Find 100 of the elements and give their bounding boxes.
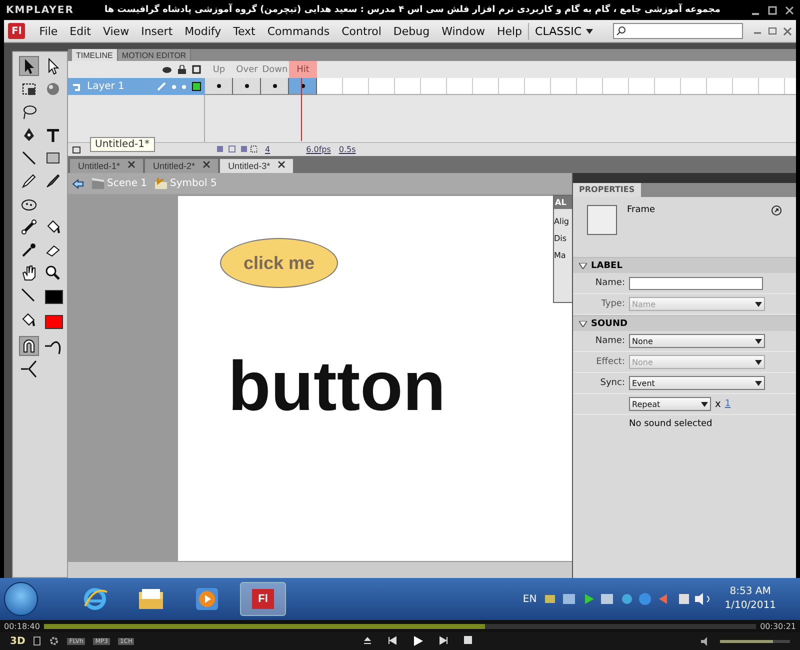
menu-item[interactable]: Window <box>436 22 491 40</box>
menu-item[interactable]: Help <box>490 22 528 40</box>
layer-color-icon <box>192 82 201 91</box>
keyframe[interactable] <box>233 78 261 95</box>
frame-rate[interactable]: 6.0fps <box>306 145 331 154</box>
start-button[interactable] <box>4 582 38 616</box>
section-title: LABEL <box>591 260 622 270</box>
menu-item[interactable]: View <box>96 22 136 40</box>
close-icon[interactable] <box>785 6 794 14</box>
browser-icon <box>82 586 108 612</box>
search-icon <box>616 26 626 36</box>
horizontal-scrollbar[interactable] <box>68 561 572 578</box>
close-icon[interactable] <box>783 26 792 36</box>
maximize-icon[interactable] <box>768 6 777 14</box>
elapsed-time: 00:18:40 <box>4 622 40 630</box>
color-swatch[interactable] <box>45 315 63 329</box>
hand-icon <box>20 264 38 282</box>
total-time: 00:30:21 <box>760 622 796 630</box>
frame-label[interactable]: Up <box>205 61 233 78</box>
frame-label[interactable]: Down <box>261 61 289 78</box>
lock-icon[interactable] <box>178 65 186 74</box>
eject-icon[interactable] <box>363 636 372 645</box>
menu-item[interactable]: Control <box>336 22 388 40</box>
back-arrow-icon[interactable] <box>72 178 84 188</box>
frame-label[interactable]: Hit <box>289 61 317 78</box>
eyedropper-icon <box>20 241 38 259</box>
workspace-dropdown[interactable]: CLASSIC <box>528 22 599 40</box>
ellipse-button-shape: click me <box>220 238 338 288</box>
media-player-icon <box>194 586 220 612</box>
disclosure-triangle-icon[interactable] <box>579 320 587 326</box>
help-icon[interactable] <box>771 205 782 216</box>
volume-slider[interactable] <box>720 640 790 642</box>
document-tab[interactable]: Untitled-1* <box>70 159 144 173</box>
seek-bar[interactable] <box>44 624 756 628</box>
section-title: SOUND <box>591 318 628 328</box>
times-label: x <box>715 398 721 410</box>
text-tool-icon <box>44 126 62 144</box>
eye-icon[interactable] <box>162 66 172 74</box>
line-icon <box>20 149 38 167</box>
panel-tab[interactable]: TIMELINE <box>72 49 118 61</box>
color-swatch[interactable] <box>45 290 63 304</box>
tooltip: Untitled-1* <box>90 137 155 152</box>
caret-icon <box>701 402 708 406</box>
document-tab[interactable]: Untitled-3* <box>220 159 294 173</box>
menu-item[interactable]: Insert <box>135 22 179 40</box>
menu-item[interactable]: Modify <box>178 22 228 40</box>
menu-item[interactable]: File <box>33 22 64 40</box>
new-layer-icon[interactable] <box>72 145 81 154</box>
play-icon[interactable] <box>413 636 424 646</box>
disclosure-triangle-icon[interactable] <box>579 262 587 268</box>
dropdown[interactable]: Repeat <box>629 397 711 411</box>
onion-skin-icon[interactable] <box>217 145 257 154</box>
dropdown[interactable]: Event <box>629 376 765 390</box>
document-tab[interactable]: Untitled-2* <box>145 159 218 173</box>
field-label: Type: <box>600 299 625 309</box>
tool-button[interactable] <box>19 359 39 379</box>
bone-icon <box>20 218 38 236</box>
clock-time[interactable]: 8:53 AM <box>724 585 776 599</box>
close-icon[interactable] <box>203 161 210 168</box>
3d-button[interactable]: 3D <box>10 636 26 646</box>
sphere-icon <box>44 80 62 98</box>
current-frame[interactable]: 4 <box>265 145 270 154</box>
language-indicator[interactable]: EN <box>522 594 537 604</box>
close-icon[interactable] <box>278 161 286 168</box>
keyframe[interactable] <box>261 78 289 95</box>
playlist-icon[interactable] <box>33 636 42 646</box>
menu-item[interactable]: Commands <box>261 22 336 40</box>
field-label: Name: <box>594 278 625 288</box>
close-icon[interactable] <box>128 161 136 168</box>
tool-button[interactable] <box>19 336 39 356</box>
frame-thumbnail <box>587 205 617 235</box>
tool-button[interactable] <box>19 217 39 237</box>
previous-icon[interactable] <box>388 636 398 645</box>
frame-label[interactable]: Over <box>233 61 261 78</box>
panel-tab[interactable]: PROPERTIES <box>573 183 641 197</box>
folder-icon <box>137 587 165 611</box>
taskbar-button[interactable]: Fl <box>240 582 286 616</box>
layer-icon <box>72 82 81 91</box>
symbol-icon <box>155 178 168 189</box>
search-field[interactable] <box>612 23 743 39</box>
panel-tab[interactable]: MOTION EDITOR <box>118 49 192 61</box>
repeat-count[interactable]: 1 <box>724 399 731 409</box>
caret-icon <box>586 28 593 34</box>
menu-item[interactable]: Debug <box>387 22 436 40</box>
stop-icon[interactable] <box>464 636 472 644</box>
clock-date[interactable]: 1/10/2011 <box>724 599 776 613</box>
maximize-icon[interactable] <box>768 26 777 36</box>
menu-item[interactable]: Edit <box>64 22 97 40</box>
menu-item[interactable]: Text <box>227 22 262 40</box>
dropdown[interactable]: None <box>629 334 765 348</box>
tool-button[interactable] <box>19 56 39 76</box>
elapsed-time[interactable]: 0.5s <box>338 145 356 154</box>
status-text: No sound selected <box>629 419 712 429</box>
align-panel: AL Alig Dis Ma <box>553 195 572 303</box>
keyframe[interactable] <box>205 78 233 95</box>
outline-icon[interactable] <box>192 65 201 74</box>
settings-icon[interactable] <box>49 636 60 646</box>
next-icon[interactable] <box>439 636 448 645</box>
field-label: Effect: <box>595 357 625 367</box>
name-input[interactable] <box>629 276 763 290</box>
